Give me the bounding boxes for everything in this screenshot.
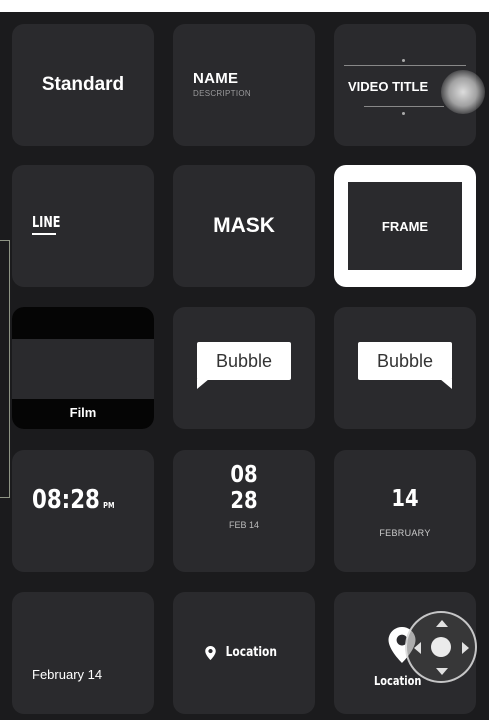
- title-style-date-text[interactable]: February 14: [12, 592, 154, 714]
- speech-bubble-right: Bubble: [358, 342, 452, 380]
- speech-bubble-tail-left: [197, 379, 209, 389]
- line-underline: [32, 233, 56, 235]
- title-style-film[interactable]: Film: [12, 307, 154, 429]
- standard-label: Standard: [41, 74, 125, 95]
- location-stacked-label: Location: [374, 674, 422, 688]
- date-stack-day: 28: [230, 488, 258, 514]
- bubble-right-label: Bubble: [376, 350, 434, 371]
- dpad-up-icon[interactable]: [436, 620, 448, 627]
- description-label: DESCRIPTION: [193, 89, 251, 98]
- title-style-date-stack[interactable]: 08 28 FEB 14: [173, 450, 315, 572]
- title-style-bubble-right[interactable]: Bubble: [334, 307, 476, 429]
- video-title-top-rule: [344, 65, 466, 66]
- big-date-day: 14: [391, 486, 419, 512]
- line-label: LINE: [32, 213, 61, 231]
- dpad-joystick-icon[interactable]: [405, 611, 477, 683]
- title-style-big-date[interactable]: 14 FEBRUARY: [334, 450, 476, 572]
- location-inline-label: Location: [225, 645, 278, 660]
- name-label: NAME: [193, 70, 239, 87]
- dpad-left-icon[interactable]: [414, 642, 421, 654]
- title-style-name-description[interactable]: NAME DESCRIPTION: [173, 24, 315, 146]
- touch-indicator: [441, 70, 485, 114]
- video-title-label: VIDEO TITLE: [348, 79, 429, 94]
- film-letterbox-top: [12, 307, 154, 339]
- video-title-bottom-rule: [364, 106, 444, 107]
- dpad-down-icon[interactable]: [436, 668, 448, 675]
- dpad-center-icon[interactable]: [431, 637, 451, 657]
- speech-bubble-left: Bubble: [197, 342, 291, 380]
- bubble-left-label: Bubble: [215, 350, 273, 371]
- title-style-standard[interactable]: Standard: [12, 24, 154, 146]
- big-date-month: FEBRUARY: [379, 528, 431, 538]
- speech-bubble-tail-right: [440, 379, 452, 389]
- location-pin-icon: [205, 645, 216, 660]
- title-style-clock[interactable]: 08:28 PM: [12, 450, 154, 572]
- title-style-location-inline[interactable]: Location: [173, 592, 315, 714]
- top-status-strip: [0, 0, 489, 12]
- dpad-right-icon[interactable]: [462, 642, 469, 654]
- location-inline-preview: Location: [173, 645, 315, 660]
- mask-label: MASK: [213, 214, 275, 237]
- name-description-preview: NAME DESCRIPTION: [193, 70, 251, 98]
- date-stack-sub: FEB 14: [228, 520, 259, 530]
- video-title-top-dot: [402, 59, 405, 62]
- title-style-mask[interactable]: MASK: [173, 165, 315, 287]
- frame-inner-box: FRAME: [348, 182, 462, 270]
- side-panel-edge: [0, 240, 10, 498]
- date-stack-month: 08: [230, 462, 258, 488]
- frame-label: FRAME: [381, 218, 429, 234]
- clock-time: 08:28: [32, 485, 100, 515]
- clock-ampm: PM: [103, 501, 115, 510]
- title-style-frame-selected[interactable]: FRAME: [334, 165, 476, 287]
- title-style-line[interactable]: LINE: [12, 165, 154, 287]
- date-stack-preview: 08 28 FEB 14: [173, 462, 315, 530]
- date-text-label: February 14: [32, 667, 103, 682]
- title-style-bubble-left[interactable]: Bubble: [173, 307, 315, 429]
- clock-preview: 08:28 PM: [32, 485, 114, 515]
- film-label: Film: [69, 405, 97, 420]
- video-title-bottom-dot: [402, 112, 405, 115]
